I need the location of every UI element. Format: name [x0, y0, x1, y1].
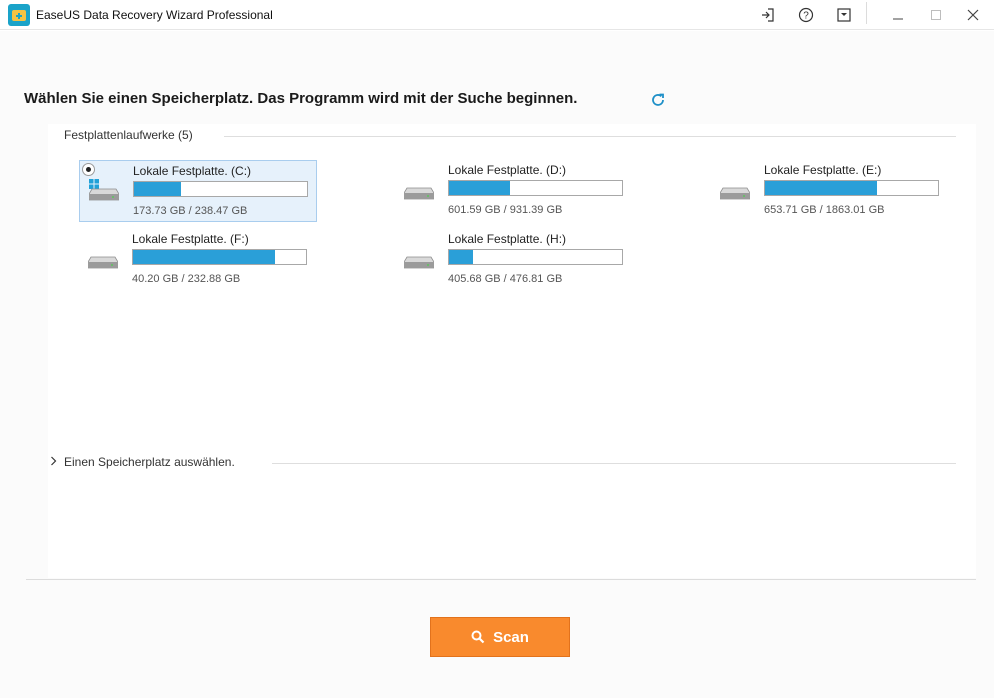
maximize-icon[interactable]	[925, 4, 947, 26]
drive-label: Lokale Festplatte. (E:)	[764, 163, 882, 177]
drive-item-f[interactable]: Lokale Festplatte. (F:) 40.20 GB / 232.8…	[79, 229, 317, 291]
radio-button[interactable]	[82, 163, 95, 176]
search-icon	[471, 630, 485, 644]
refresh-icon[interactable]	[650, 92, 666, 108]
help-icon[interactable]: ?	[795, 4, 817, 26]
drive-size: 601.59 GB / 931.39 GB	[448, 204, 563, 216]
drive-item-d[interactable]: Lokale Festplatte. (D:) 601.59 GB / 931.…	[395, 160, 633, 222]
menu-dropdown-icon[interactable]	[833, 4, 855, 26]
usage-bar	[133, 181, 308, 197]
drive-size: 405.68 GB / 476.81 GB	[448, 273, 563, 285]
hard-drive-icon	[89, 188, 119, 201]
hard-drive-icon	[88, 256, 118, 269]
drive-size: 40.20 GB / 232.88 GB	[132, 273, 241, 285]
minimize-icon[interactable]	[887, 4, 909, 26]
usage-fill	[449, 250, 474, 264]
hard-drive-icon	[720, 187, 750, 200]
drive-item-h[interactable]: Lokale Festplatte. (H:) 405.68 GB / 476.…	[395, 229, 633, 291]
drive-item-e[interactable]: Lokale Festplatte. (E:) 653.71 GB / 1863…	[711, 160, 949, 222]
svg-text:?: ?	[803, 11, 809, 22]
scan-button[interactable]: Scan	[430, 617, 570, 657]
drive-size: 173.73 GB / 238.47 GB	[133, 205, 248, 217]
usage-fill	[765, 181, 878, 195]
footer-divider	[26, 579, 976, 580]
usage-fill	[133, 250, 275, 264]
close-icon[interactable]	[962, 4, 984, 26]
usage-bar	[448, 249, 623, 265]
usage-fill	[134, 182, 181, 196]
scan-button-label: Scan	[493, 628, 529, 646]
usage-fill	[449, 181, 510, 195]
select-location-toggle[interactable]: Einen Speicherplatz auswählen.	[64, 455, 235, 469]
window-title: EaseUS Data Recovery Wizard Professional	[36, 8, 273, 22]
hard-drive-icon	[404, 187, 434, 200]
hard-drive-icon	[404, 256, 434, 269]
section-divider	[272, 463, 956, 464]
section-divider	[224, 136, 956, 137]
usage-bar	[448, 180, 623, 196]
drive-size: 653.71 GB / 1863.01 GB	[764, 204, 885, 216]
drive-item-c[interactable]: Lokale Festplatte. (C:) 173.73 GB / 238.…	[79, 160, 317, 222]
titlebar-separator	[866, 2, 867, 24]
page-title: Wählen Sie einen Speicherplatz. Das Prog…	[24, 90, 578, 107]
login-icon[interactable]	[757, 4, 779, 26]
chevron-right-icon[interactable]	[48, 455, 60, 467]
app-logo-icon	[8, 4, 30, 26]
title-bar: EaseUS Data Recovery Wizard Professional…	[0, 0, 994, 30]
usage-bar	[132, 249, 307, 265]
drive-label: Lokale Festplatte. (F:)	[132, 232, 249, 246]
drive-label: Lokale Festplatte. (D:)	[448, 163, 567, 177]
usage-bar	[764, 180, 939, 196]
drive-label: Lokale Festplatte. (H:)	[448, 232, 567, 246]
drive-label: Lokale Festplatte. (C:)	[133, 164, 252, 178]
section-label-drives: Festplattenlaufwerke (5)	[64, 128, 201, 142]
